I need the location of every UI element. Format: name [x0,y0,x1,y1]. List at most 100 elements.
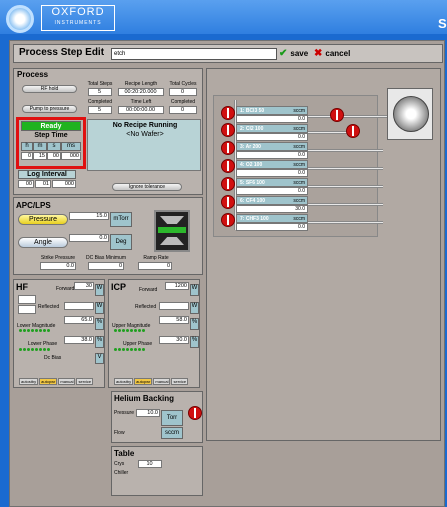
gas-3-value[interactable]: 0.0 [236,151,308,159]
apc-section: APC/LPS Pressure 15.0 mTorr Angle 0.0 De… [13,197,203,275]
hf-indicator-1 [18,295,36,304]
gas-3-label: 3: Ar 200 sccm [236,142,308,151]
lower-magnitude-input[interactable]: 65.0 [64,316,94,324]
dc-bias-min-label: DC Bias Minimum [85,255,126,261]
time-left-value: 00:00:00.00 [118,106,164,114]
save-button[interactable]: ✔ save [279,47,308,60]
icp-title: ICP [111,282,127,292]
gas-6-pipe [308,203,383,206]
gas-4-value[interactable]: 0.0 [236,169,308,177]
rf-hold-button[interactable]: RF hold [22,85,77,93]
strike-pressure-input[interactable]: 0.0 [40,262,76,270]
table-section: Table Crys 10 Chiller [111,446,203,496]
dc-bias-min-input[interactable]: 0 [88,262,124,270]
log-m-input[interactable]: 01 [35,180,51,188]
apc-title: APC/LPS [16,201,51,210]
gas-2-value[interactable]: 0.0 [236,133,308,141]
helium-sccm-unit: sccm [161,427,183,439]
ramp-rate-input[interactable]: 0 [138,262,172,270]
gas-1-label: 1: BCl3 50 sccm [236,106,308,115]
gas-1-valve-icon[interactable] [221,106,235,120]
helium-pressure-input[interactable]: 10.0 [136,409,160,417]
status-box: Ready Step Time h m s ms 0 15 00 000 [16,117,86,169]
step-name-input[interactable]: etch [111,48,277,60]
hf-w-unit1: W [95,284,104,296]
gas-7-value[interactable]: 0.0 [236,223,308,231]
ramp-rate-label: Ramp Rate [143,255,169,261]
lower-mag-leds-icon [19,328,51,334]
ignore-tolerance-button[interactable]: Ignore tolerance [112,183,182,191]
step-s-input[interactable]: 00 [47,152,61,160]
gas-2-valve-icon[interactable] [221,123,235,137]
step-m-input[interactable]: 15 [33,152,47,160]
gas-5-valve-icon[interactable] [221,177,235,191]
icp-tab-service[interactable]: service [171,378,189,385]
chamber-valve-2-icon[interactable] [346,124,360,138]
icp-mode-tabs: autostby autopwr manual service [114,378,189,385]
logo-ring-icon [6,5,34,33]
hf-tab-autostby[interactable]: autostby [19,378,39,385]
helium-pressure-label: Pressure [114,410,135,416]
completed-steps-value: 5 [88,106,112,114]
gas-4-valve-icon[interactable] [221,159,235,173]
hf-tab-service[interactable]: service [76,378,94,385]
lower-phase-input[interactable]: 38.0 [64,336,94,344]
icp-tab-autostby[interactable]: autostby [114,378,134,385]
upper-mag-leds-icon [114,328,146,334]
total-steps-label: Total Steps [87,81,113,87]
page-title: Process Step Edit [19,47,105,58]
chamber-icon [387,88,433,140]
pressure-input[interactable]: 15.0 [69,212,109,220]
hf-tab-autopwr[interactable]: autopwr [39,378,58,385]
crys-input[interactable]: 10 [138,460,162,468]
m-label: m [33,142,47,151]
pressure-button[interactable]: Pressure [18,214,68,225]
gas-6-value[interactable]: 30.0 [236,205,308,213]
pressure-unit: mTorr [110,212,132,227]
icp-pct-unit1: % [190,318,199,330]
gas-5-value[interactable]: 0.0 [236,187,308,195]
gas-6-valve-icon[interactable] [221,195,235,209]
table-title: Table [114,449,135,458]
log-h-input[interactable]: 00 [18,180,34,188]
close-icon: ✖ [314,48,323,59]
log-s-input[interactable]: 000 [52,180,76,188]
cancel-button[interactable]: ✖ cancel [314,47,350,60]
helium-torr-unit: Torr [161,410,183,426]
step-ms-input[interactable]: 000 [61,152,81,160]
total-cycles-label: Total Cycles [169,81,197,87]
gas-1-value[interactable]: 0.0 [236,115,308,123]
hf-tab-manual[interactable]: manual [58,378,76,385]
helium-valve-icon[interactable] [188,406,202,420]
angle-input[interactable]: 0.0 [69,234,109,242]
ms-label: ms [61,142,81,151]
gas-7-label: 7: CHF3 100 sccm [236,214,308,223]
gas-3-valve-icon[interactable] [221,141,235,155]
total-cycles-value: 0 [169,88,197,96]
no-recipe-text: No Recipe Running [112,122,178,129]
chamber-valve-1-icon[interactable] [330,108,344,122]
completed-cycles-label: Completed [170,99,196,105]
icp-reflected-value [159,302,189,310]
icp-tab-manual[interactable]: manual [153,378,171,385]
upper-phase-input[interactable]: 30.0 [159,336,189,344]
gas-7-valve-icon[interactable] [221,213,235,227]
step-h-input[interactable]: 0 [21,152,33,160]
hf-forward-input[interactable]: 30 [74,282,94,290]
upper-magnitude-input[interactable]: 58.0 [159,316,189,324]
pump-to-pressure-button[interactable]: Pump to pressure [22,105,77,113]
icp-forward-input[interactable]: 1200 [165,282,189,290]
lower-phase-leds-icon [19,347,51,353]
upper-phase-leds-icon [114,347,146,353]
completed-label: Completed [87,99,113,105]
hf-title: HF [16,282,28,292]
step-time-units: h m s ms [21,142,81,151]
dc-bias-label: Dc Bias [44,355,62,361]
gas-3-pipe [308,149,383,152]
oxford-logo: OXFORD INSTRUMENTS [41,5,115,31]
recipe-length-label: Recipe Length [124,81,158,87]
angle-button[interactable]: Angle [18,237,68,248]
helium-title: Helium Backing [114,394,175,403]
process-step-edit-bar: Process Step Edit etch ✔ save ✖ cancel [13,44,443,63]
icp-tab-autopwr[interactable]: autopwr [134,378,153,385]
